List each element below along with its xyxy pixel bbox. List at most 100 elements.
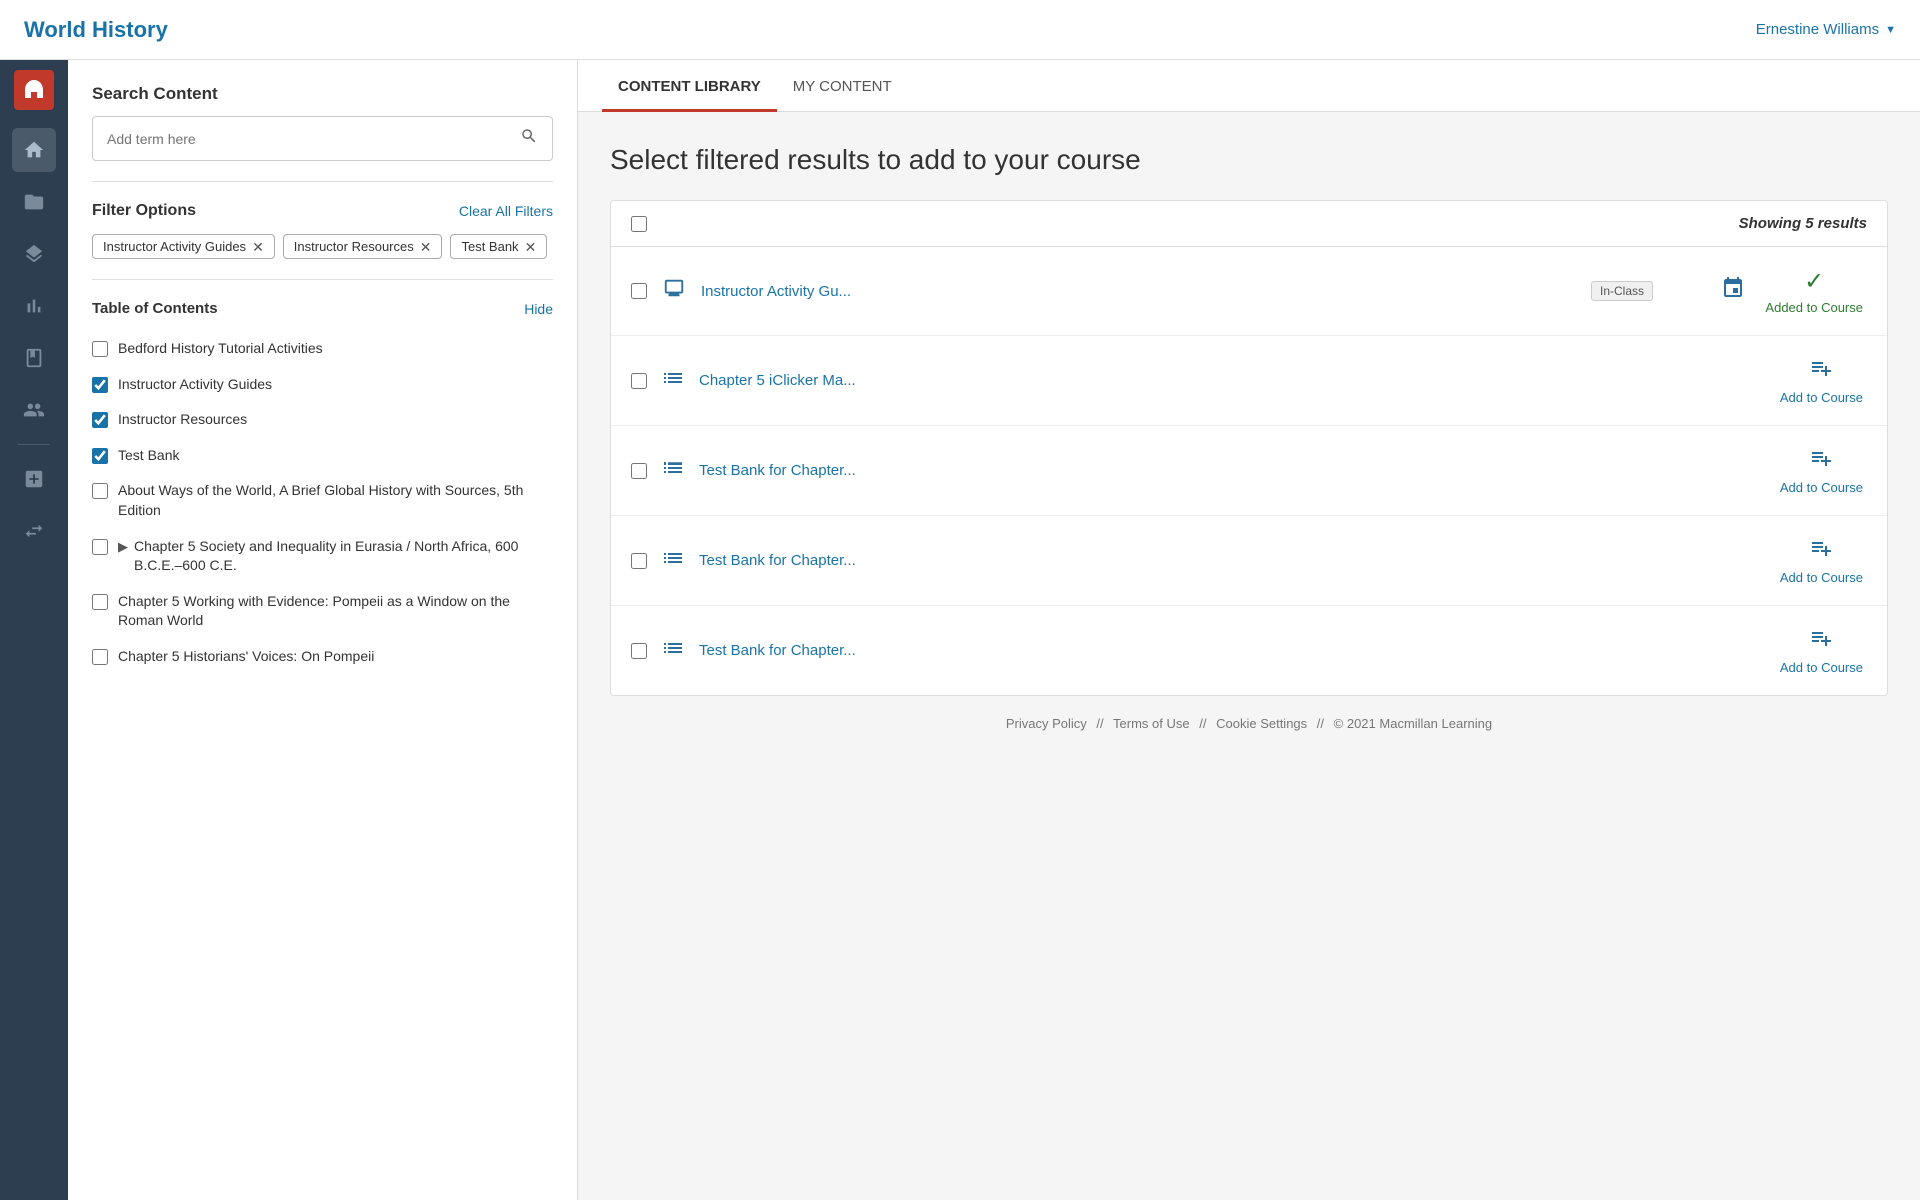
search-input[interactable] — [93, 121, 506, 157]
footer-terms[interactable]: Terms of Use — [1113, 716, 1190, 731]
toc-checkbox-7[interactable] — [92, 649, 108, 665]
toc-title: Table of Contents — [92, 300, 218, 317]
result-actions-4: Add to Course — [1667, 622, 1867, 679]
filter-tag-testbank-remove[interactable]: ✕ — [525, 240, 537, 254]
divider-2 — [92, 279, 553, 280]
toc-checkbox-1[interactable] — [92, 377, 108, 393]
add-list-icon-4 — [1809, 626, 1833, 656]
toc-checkbox-5[interactable] — [92, 539, 108, 555]
toc-checkbox-6[interactable] — [92, 594, 108, 610]
main-layout: Search Content Filter Options Clear All … — [0, 60, 1920, 1200]
filter-tag-activity-label: Instructor Activity Guides — [103, 239, 246, 254]
list-icon-1 — [661, 366, 685, 396]
add-to-course-button-2[interactable]: Add to Course — [1776, 442, 1867, 499]
added-to-course-button-0[interactable]: ✓ Added to Course — [1761, 263, 1867, 319]
filter-tag-activity-remove[interactable]: ✕ — [252, 240, 264, 254]
list-lines-icon-2 — [661, 456, 685, 486]
add-list-icon-1 — [1809, 356, 1833, 386]
footer-privacy[interactable]: Privacy Policy — [1006, 716, 1087, 731]
result-title-1[interactable]: Chapter 5 iClicker Ma... — [699, 372, 1653, 389]
filter-options-section: Filter Options Clear All Filters Instruc… — [92, 202, 553, 259]
add-to-course-button-4[interactable]: Add to Course — [1776, 622, 1867, 679]
result-actions-3: Add to Course — [1667, 532, 1867, 589]
checkmark-icon: ✓ — [1804, 267, 1824, 296]
nav-item-chart[interactable] — [12, 284, 56, 328]
sep-1: // — [1096, 716, 1103, 731]
user-menu[interactable]: Ernestine Williams ▼ — [1756, 21, 1896, 38]
toc-label-1: Instructor Activity Guides — [118, 375, 272, 395]
add-calendar-button-0[interactable] — [1717, 272, 1749, 310]
nav-item-add[interactable] — [12, 457, 56, 501]
toc-item-0: Bedford History Tutorial Activities — [92, 331, 553, 367]
monitor-icon — [661, 277, 687, 305]
page-title: Select filtered results to add to your c… — [610, 144, 1888, 176]
toc-hide-link[interactable]: Hide — [524, 301, 553, 317]
row-checkbox-1[interactable] — [631, 373, 647, 389]
toc-label-7: Chapter 5 Historians' Voices: On Pompeii — [118, 647, 374, 667]
nav-item-notebook[interactable] — [12, 336, 56, 380]
toc-checkbox-3[interactable] — [92, 448, 108, 464]
chevron-down-icon: ▼ — [1885, 24, 1896, 36]
toc-item-5: ▶ Chapter 5 Society and Inequality in Eu… — [92, 529, 553, 584]
toc-section-header: Table of Contents Hide — [92, 300, 553, 317]
table-row: Instructor Activity Gu... In-Class ✓ Add… — [611, 247, 1887, 336]
sep-3: // — [1317, 716, 1324, 731]
toc-label-0: Bedford History Tutorial Activities — [118, 339, 323, 359]
results-header: Showing 5 results — [611, 201, 1887, 247]
logo-icon[interactable] — [14, 70, 54, 110]
toc-label-5: Chapter 5 Society and Inequality in Eura… — [134, 537, 553, 576]
toc-label-4: About Ways of the World, A Brief Global … — [118, 481, 553, 520]
add-to-course-button-1[interactable]: Add to Course — [1776, 352, 1867, 409]
toc-label-3: Test Bank — [118, 446, 179, 466]
add-label-4: Add to Course — [1780, 660, 1863, 675]
toc-checkbox-2[interactable] — [92, 412, 108, 428]
result-title-0[interactable]: Instructor Activity Gu... — [701, 283, 1577, 300]
filter-tag-resources: Instructor Resources ✕ — [283, 234, 443, 259]
search-title: Search Content — [92, 84, 553, 104]
result-title-2[interactable]: Test Bank for Chapter... — [699, 462, 1653, 479]
nav-item-users[interactable] — [12, 388, 56, 432]
clear-filters-link[interactable]: Clear All Filters — [459, 203, 553, 219]
search-button[interactable] — [506, 117, 552, 160]
add-to-course-button-3[interactable]: Add to Course — [1776, 532, 1867, 589]
row-checkbox-2[interactable] — [631, 463, 647, 479]
nav-item-layers[interactable] — [12, 232, 56, 276]
nav-item-transfer[interactable] — [12, 509, 56, 553]
header-left: World History — [24, 17, 168, 43]
add-list-icon-2 — [1809, 446, 1833, 476]
toc-item-5-content: ▶ Chapter 5 Society and Inequality in Eu… — [118, 537, 553, 576]
toc-item-6: Chapter 5 Working with Evidence: Pompeii… — [92, 584, 553, 639]
toc-item-1: Instructor Activity Guides — [92, 367, 553, 403]
sidebar-nav — [0, 60, 68, 1200]
table-row: Test Bank for Chapter... Add to Course — [611, 426, 1887, 516]
user-name: Ernestine Williams — [1756, 21, 1879, 38]
row-checkbox-4[interactable] — [631, 643, 647, 659]
filter-tag-resources-remove[interactable]: ✕ — [420, 240, 432, 254]
result-title-3[interactable]: Test Bank for Chapter... — [699, 552, 1653, 569]
toc-checkbox-4[interactable] — [92, 483, 108, 499]
result-title-4[interactable]: Test Bank for Chapter... — [699, 642, 1653, 659]
add-list-icon-3 — [1809, 536, 1833, 566]
result-actions-2: Add to Course — [1667, 442, 1867, 499]
filter-options-title: Filter Options — [92, 202, 196, 220]
toc-label-2: Instructor Resources — [118, 410, 247, 430]
row-checkbox-3[interactable] — [631, 553, 647, 569]
toc-item-2: Instructor Resources — [92, 402, 553, 438]
toc-checkbox-0[interactable] — [92, 341, 108, 357]
tab-my-content[interactable]: MY CONTENT — [777, 60, 908, 112]
footer-copyright: © 2021 Macmillan Learning — [1334, 716, 1492, 731]
nav-item-home[interactable] — [12, 128, 56, 172]
top-header: World History Ernestine Williams ▼ — [0, 0, 1920, 60]
add-label-2: Add to Course — [1780, 480, 1863, 495]
footer: Privacy Policy // Terms of Use // Cookie… — [610, 696, 1888, 751]
tab-content-library[interactable]: CONTENT LIBRARY — [602, 60, 777, 112]
app-title: World History — [24, 17, 168, 43]
footer-cookies[interactable]: Cookie Settings — [1216, 716, 1307, 731]
nav-item-folder[interactable] — [12, 180, 56, 224]
table-row: Test Bank for Chapter... Add to Course — [611, 606, 1887, 695]
add-label-1: Add to Course — [1780, 390, 1863, 405]
select-all-checkbox[interactable] — [631, 216, 647, 232]
results-table: Showing 5 results Instructor Activity Gu… — [610, 200, 1888, 696]
row-checkbox-0[interactable] — [631, 283, 647, 299]
content-main: Select filtered results to add to your c… — [578, 112, 1920, 1200]
